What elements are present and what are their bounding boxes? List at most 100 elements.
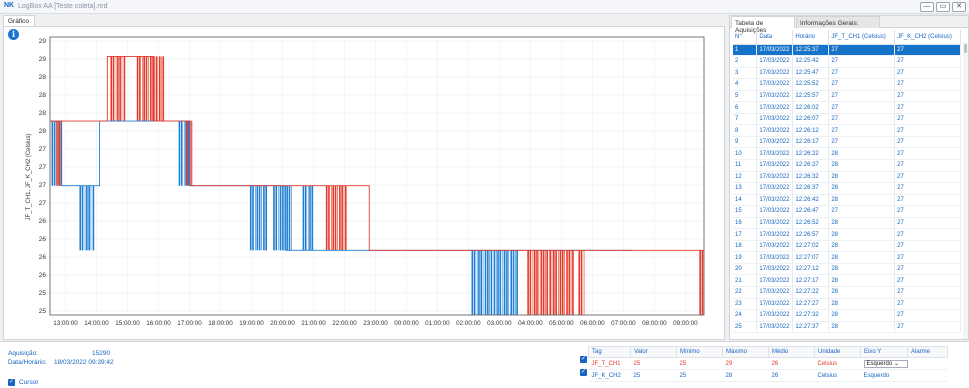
tab-grafico[interactable]: Gráfico: [3, 15, 35, 26]
table-cell: 22: [733, 286, 758, 299]
data-burst-stripe: [81, 185, 84, 251]
table-cell: 12:27:17: [792, 274, 830, 287]
table-row[interactable]: 24 17/03/2022 12:27:32 28 27: [733, 309, 961, 322]
x-tick-label: 06:00:00: [580, 320, 605, 327]
table-row[interactable]: 25 17/03/2022 12:27:37 28 27: [733, 321, 961, 334]
table-cell: 12:25:42: [792, 55, 830, 68]
table-cell: 12:25:57: [792, 90, 830, 103]
table-row[interactable]: 7 17/03/2022 12:26:07 27 27: [733, 113, 961, 126]
table-cell: 27: [894, 194, 961, 207]
data-burst-stripe: [258, 185, 261, 251]
data-burst-stripe: [288, 185, 291, 251]
stats-row: JF_T_CH1 25 25 29 26 Celsius Esquerdo ⌄: [588, 357, 948, 370]
table-row[interactable]: 2 17/03/2022 12:25:42 27 27: [733, 55, 961, 68]
y-tick-label: 26: [39, 272, 47, 279]
y-tick-label: 26: [39, 254, 47, 261]
data-burst-stripe: [339, 185, 341, 251]
table-cell: 27: [828, 124, 896, 137]
table-row[interactable]: 21 17/03/2022 12:27:17 28 27: [733, 274, 961, 287]
tab-informacoes-gerais[interactable]: Informações Gerais:: [796, 16, 880, 28]
data-burst-stripe: [566, 250, 568, 315]
table-cell: 27: [894, 205, 961, 218]
tag2-checkbox[interactable]: ✓: [580, 369, 587, 376]
data-burst-stripe: [546, 250, 549, 315]
data-burst-stripe: [284, 185, 285, 251]
close-button[interactable]: ✕: [952, 2, 966, 12]
cursor-checkbox[interactable]: ✓: [8, 379, 15, 386]
table-cell: 12: [733, 171, 758, 184]
acquisition-panel: Tabela de Aquisições Informações Gerais:…: [729, 15, 969, 340]
info-icon[interactable]: i: [8, 29, 19, 40]
stats-cell: 26: [768, 369, 815, 382]
stats-cell: 25: [630, 369, 677, 382]
table-header-cell[interactable]: Data: [756, 30, 794, 45]
table-row[interactable]: 12 17/03/2022 12:26:32 28 27: [733, 171, 961, 184]
table-row[interactable]: 11 17/03/2022 12:26:27 28 27: [733, 159, 961, 172]
table-row[interactable]: 5 17/03/2022 12:25:57 27 27: [733, 90, 961, 103]
data-burst-stripe: [86, 185, 88, 251]
table-row[interactable]: 9 17/03/2022 12:26:17 27 27: [733, 136, 961, 149]
table-cell: 12:27:12: [792, 263, 830, 276]
table-row[interactable]: 10 17/03/2022 12:26:22 28 27: [733, 147, 961, 160]
data-burst-stripe: [119, 56, 121, 122]
data-burst-stripe: [304, 185, 307, 251]
table-header-cell[interactable]: Horário: [792, 30, 830, 45]
table-row[interactable]: 22 17/03/2022 12:27:22 28 27: [733, 286, 961, 299]
table-row[interactable]: 20 17/03/2022 12:27:12 28 27: [733, 263, 961, 276]
table-cell: 19: [733, 251, 758, 264]
tab-tabela-aquisicoes[interactable]: Tabela de Aquisições: [731, 16, 795, 34]
table-cell: 28: [828, 298, 896, 311]
acquisition-label: Aquisição:: [8, 350, 38, 357]
table-row[interactable]: 8 17/03/2022 12:26:12 27 27: [733, 124, 961, 137]
x-tick-label: 04:00:00: [518, 320, 543, 327]
table-cell: 27: [894, 44, 961, 57]
table-row[interactable]: 17 17/03/2022 12:26:57 28 27: [733, 228, 961, 241]
table-row[interactable]: 15 17/03/2022 12:26:47 27 27: [733, 205, 961, 218]
table-cell: 28: [828, 309, 896, 322]
table-row[interactable]: 16 17/03/2022 12:26:52 28 27: [733, 217, 961, 230]
table-header-cell[interactable]: JF_K_CH2 (Celsius): [894, 30, 961, 45]
tag1-checkbox[interactable]: ✓: [580, 356, 587, 363]
data-burst-stripe: [568, 250, 571, 315]
table-row[interactable]: 14 17/03/2022 12:26:42 28 27: [733, 194, 961, 207]
table-row[interactable]: 19 17/03/2022 12:27:07 28 27: [733, 251, 961, 264]
stats-cell: JF_K_CH2: [588, 369, 631, 382]
data-burst-stripe: [493, 250, 496, 315]
data-burst-stripe: [158, 56, 161, 122]
table-cell: 12:26:12: [792, 124, 830, 137]
eixo-y-dropdown[interactable]: Esquerdo ⌄: [863, 359, 908, 368]
table-cell: 27: [894, 171, 961, 184]
table-row[interactable]: 1 17/03/2022 12:25:37 27 27: [733, 44, 961, 57]
x-tick-label: 05:00:00: [549, 320, 574, 327]
data-burst-stripe: [331, 185, 332, 251]
table-cell: 27: [894, 274, 961, 287]
table-cell: 28: [828, 321, 896, 334]
table-row[interactable]: 6 17/03/2022 12:26:02 27 27: [733, 101, 961, 114]
table-row[interactable]: 3 17/03/2022 12:25:47 27 27: [733, 67, 961, 80]
table-row[interactable]: 18 17/03/2022 12:27:02 28 27: [733, 240, 961, 253]
scrollbar-thumb[interactable]: [964, 44, 967, 53]
data-burst-stripe: [529, 250, 532, 315]
table-header-cell[interactable]: N°: [733, 30, 758, 45]
data-burst-stripe: [56, 121, 58, 186]
data-burst-stripe: [282, 185, 284, 251]
data-burst-stripe: [186, 121, 188, 186]
maximize-button[interactable]: ▭: [936, 2, 950, 12]
table-cell: 17/03/2022: [756, 298, 794, 311]
minimize-button[interactable]: —: [920, 2, 934, 12]
table-row[interactable]: 13 17/03/2022 12:26:37 28 27: [733, 182, 961, 195]
data-burst-stripe: [487, 250, 489, 315]
chart: 29 29 28 28 28 28 27 27 27 27 26 26 26 26 25 25 13:00:0…: [26, 36, 705, 327]
table-cell: 17/03/2022: [756, 217, 794, 230]
data-burst-stripe: [117, 56, 119, 122]
table-cell: 17/03/2022: [756, 67, 794, 80]
table-scrollbar[interactable]: [963, 42, 968, 339]
table-header-cell[interactable]: JF_T_CH1 (Celsius): [828, 30, 896, 45]
table-cell: 17/03/2022: [756, 228, 794, 241]
x-tick-label: 09:00:00: [673, 320, 698, 327]
table-row[interactable]: 23 17/03/2022 12:27:27 28 27: [733, 298, 961, 311]
data-burst-stripe: [559, 250, 562, 315]
x-tick-label: 21:00:00: [301, 320, 326, 327]
data-burst-stripe: [110, 56, 113, 122]
table-row[interactable]: 4 17/03/2022 12:25:52 27 27: [733, 78, 961, 91]
